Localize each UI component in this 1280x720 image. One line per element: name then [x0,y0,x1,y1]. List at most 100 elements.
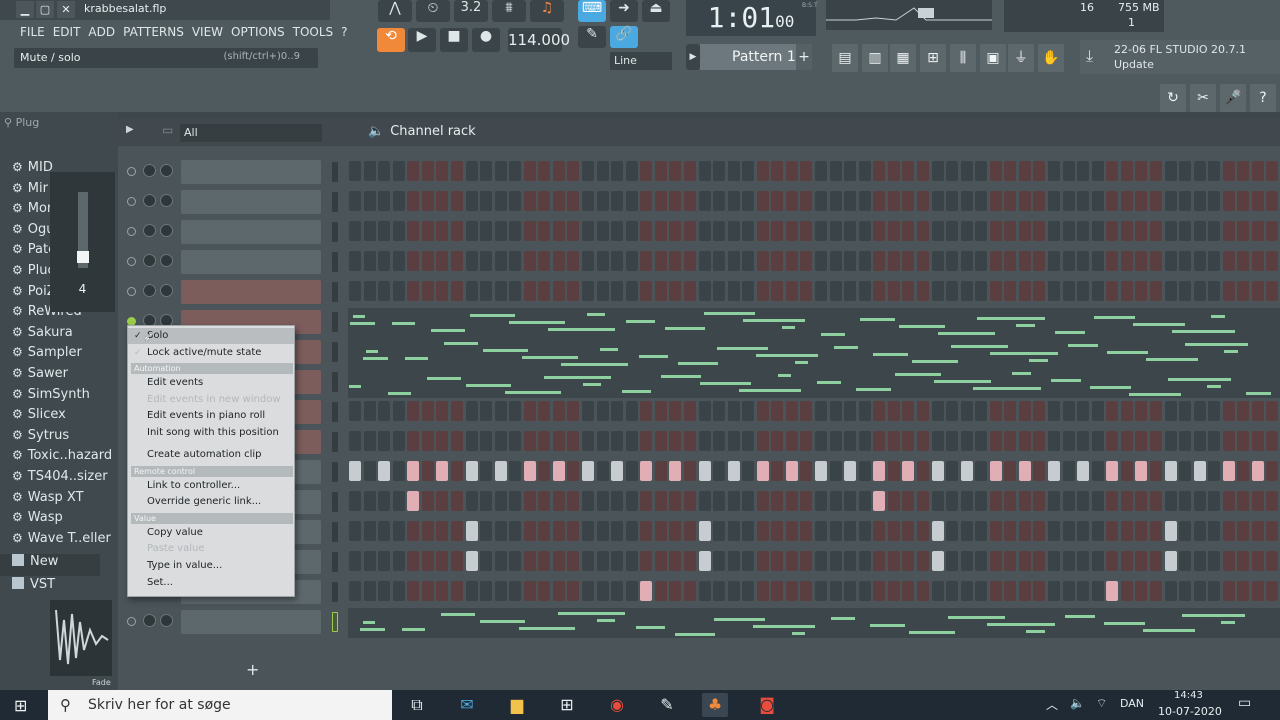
step-button[interactable] [1033,161,1046,181]
step-button[interactable] [829,521,842,541]
pan-knob[interactable] [143,194,156,207]
step-button[interactable] [450,491,463,511]
step-button[interactable] [1033,581,1046,601]
step-button[interactable] [916,461,929,481]
step-button[interactable] [611,281,624,301]
step-button[interactable] [1091,581,1104,601]
step-button[interactable] [523,581,536,601]
step-button[interactable] [1120,221,1133,241]
step-button[interactable] [989,401,1002,421]
step-button[interactable] [538,221,551,241]
step-button[interactable] [378,401,391,421]
channel-select[interactable] [332,192,338,212]
step-button[interactable] [640,551,653,571]
step-button[interactable] [727,551,740,571]
step-button[interactable] [815,191,827,211]
step-button[interactable] [523,521,536,541]
step-button[interactable] [844,221,857,241]
step-button[interactable] [931,551,944,571]
step-button[interactable] [480,251,493,271]
step-button[interactable] [582,191,594,211]
channel-mute-led[interactable] [127,617,136,626]
step-button[interactable] [698,401,711,421]
channel-select[interactable] [332,252,338,272]
step-button[interactable] [989,161,1002,181]
step-button[interactable] [494,251,507,271]
piano-roll-preview[interactable] [348,308,1280,338]
step-button[interactable] [523,221,536,241]
channel-name-button[interactable] [181,160,321,184]
step-button[interactable] [582,161,594,181]
plugin-item[interactable]: ⚙ SimSynth [12,387,90,407]
step-button[interactable] [785,221,798,241]
step-button[interactable] [902,251,915,271]
step-button[interactable] [1208,461,1221,481]
plugin-item[interactable]: ⚙ Sampler [12,345,82,365]
search-icon[interactable]: ⚲ [4,116,12,129]
step-button[interactable] [960,281,973,301]
step-button[interactable] [465,251,478,271]
step-button[interactable] [1018,581,1031,601]
step-button[interactable] [596,191,609,211]
step-button[interactable] [713,431,726,451]
context-menu-item[interactable]: Edit events [128,375,294,391]
step-button[interactable] [1208,251,1221,271]
step-button[interactable] [421,551,434,571]
step-button[interactable] [567,491,580,511]
step-button[interactable] [771,251,784,271]
step-button[interactable] [887,401,900,421]
language-indicator[interactable]: DAN [1120,697,1144,710]
step-button[interactable] [640,401,653,421]
step-button[interactable] [1120,551,1133,571]
step-button[interactable] [596,281,609,301]
step-button[interactable] [1062,191,1075,211]
step-button[interactable] [815,581,827,601]
step-button[interactable] [640,581,653,601]
step-button[interactable] [494,281,507,301]
step-button[interactable] [931,521,944,541]
plugin-item[interactable]: ⚙ MID [12,160,53,180]
step-button[interactable] [480,581,493,601]
step-button[interactable] [815,401,827,421]
step-button[interactable] [1018,191,1031,211]
step-button[interactable] [1251,251,1264,271]
step-button[interactable] [654,251,667,271]
plugin-item[interactable]: ⚙ Wave T..eller [12,531,111,551]
step-button[interactable] [771,221,784,241]
volume-knob[interactable] [160,614,173,627]
step-button[interactable] [756,581,769,601]
step-button[interactable] [887,191,900,211]
step-button[interactable] [1091,431,1104,451]
step-button[interactable] [567,281,580,301]
step-button[interactable] [363,551,376,571]
step-button[interactable] [858,491,871,511]
context-menu-item[interactable]: ✓ Lock active/mute state [128,345,294,361]
step-button[interactable] [1164,491,1177,511]
step-button[interactable] [960,551,973,571]
step-button[interactable] [1135,191,1148,211]
step-button[interactable] [1120,461,1133,481]
step-button[interactable] [1018,221,1031,241]
step-button[interactable] [815,461,827,481]
step-button[interactable] [552,491,565,511]
menu-patterns[interactable]: PATTERNS [119,22,188,42]
step-button[interactable] [407,281,420,301]
step-button[interactable] [858,461,871,481]
stop-icon[interactable]: ■ [440,28,468,52]
step-button[interactable] [1048,491,1060,511]
step-button[interactable] [552,191,565,211]
step-button[interactable] [756,461,769,481]
step-button[interactable] [392,221,405,241]
step-button[interactable] [698,191,711,211]
step-button[interactable] [683,581,696,601]
step-button[interactable] [494,491,507,511]
step-button[interactable] [873,521,886,541]
step-button[interactable] [1091,251,1104,271]
step-button[interactable] [1091,221,1104,241]
step-button[interactable] [756,551,769,571]
step-button[interactable] [989,491,1002,511]
step-button[interactable] [1077,491,1090,511]
step-button[interactable] [421,251,434,271]
pan-knob[interactable] [143,284,156,297]
step-button[interactable] [1033,521,1046,541]
